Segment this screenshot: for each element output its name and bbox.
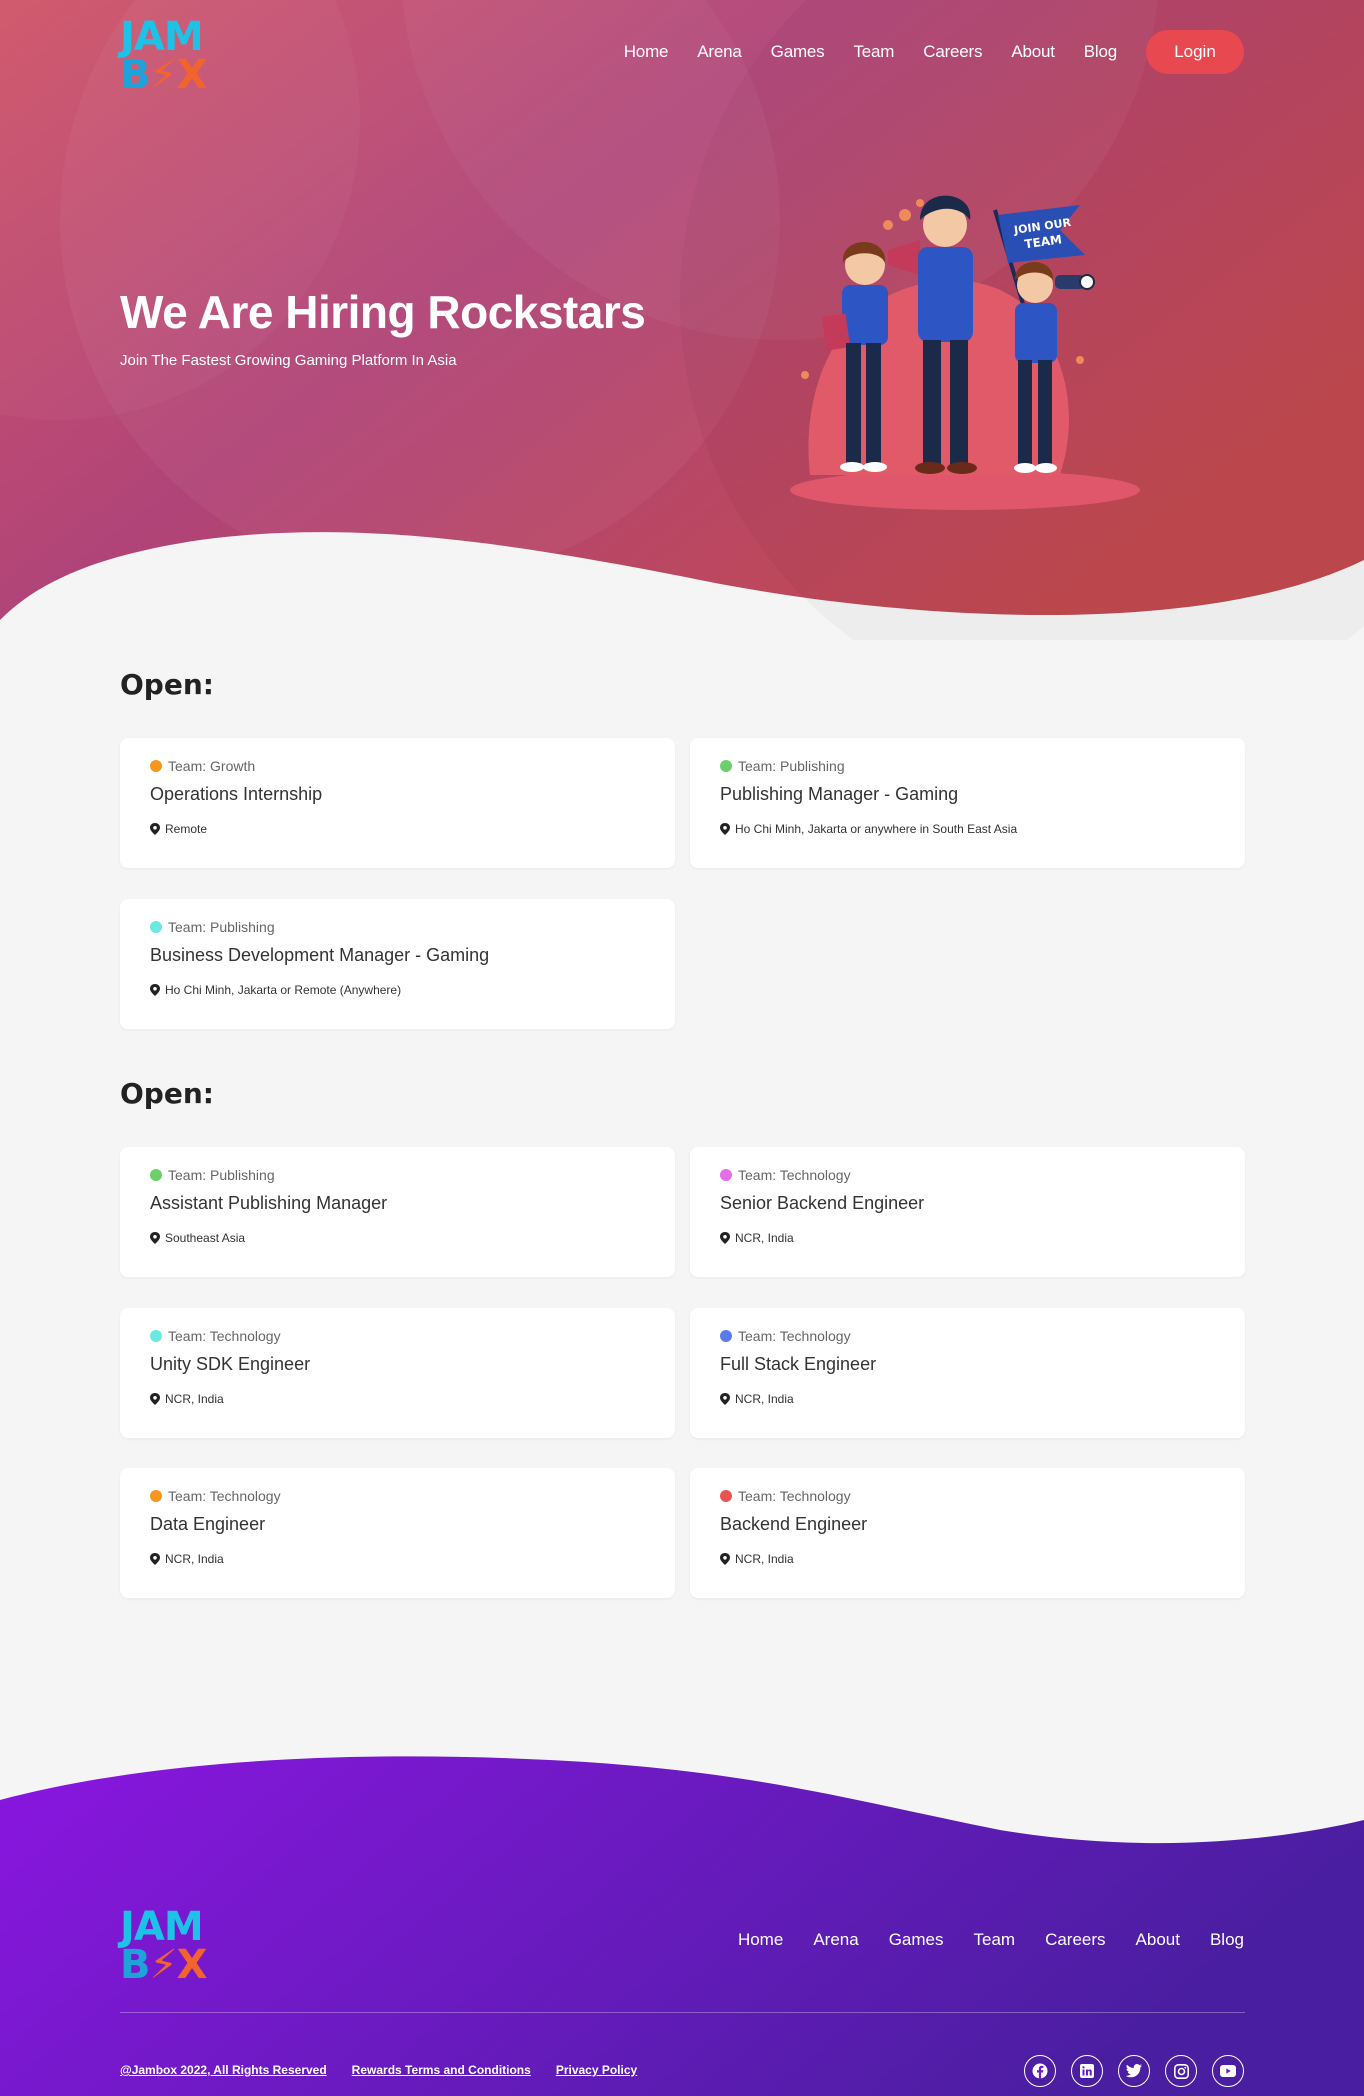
footer-nav-arena[interactable]: Arena	[813, 1930, 858, 1950]
job-card[interactable]: Team: Technology Data Engineer NCR, Indi…	[120, 1468, 675, 1598]
footer-nav-games[interactable]: Games	[889, 1930, 944, 1950]
instagram-icon[interactable]	[1165, 2055, 1197, 2087]
job-card[interactable]: Team: Technology Full Stack Engineer NCR…	[690, 1308, 1245, 1438]
footer-nav-careers[interactable]: Careers	[1045, 1930, 1105, 1950]
location-pin-icon	[720, 1232, 730, 1244]
job-card[interactable]: Team: Publishing Assistant Publishing Ma…	[120, 1147, 675, 1277]
location-pin-icon	[720, 823, 730, 835]
login-button[interactable]: Login	[1146, 30, 1244, 74]
location-pin-icon	[720, 1553, 730, 1565]
main-nav: Home Arena Games Team Careers About Blog…	[595, 30, 1244, 74]
footer-nav-blog[interactable]: Blog	[1210, 1930, 1244, 1950]
footer-links: @Jambox 2022, All Rights Reserved Reward…	[120, 2063, 662, 2077]
join-team-illustration: JOIN OUR TEAM	[790, 195, 1140, 510]
team-dot	[720, 760, 732, 772]
job-title: Operations Internship	[150, 784, 323, 804]
nav-team[interactable]: Team	[853, 42, 894, 62]
facebook-icon[interactable]	[1024, 2055, 1056, 2087]
job-team: Team: Growth	[168, 758, 256, 774]
job-card[interactable]: Team: Publishing Publishing Manager - Ga…	[690, 738, 1245, 868]
job-location: Ho Chi Minh, Jakarta or Remote (Anywhere…	[165, 983, 402, 997]
copyright-link[interactable]: @Jambox 2022, All Rights Reserved	[120, 2063, 327, 2077]
job-team: Team: Technology	[738, 1488, 851, 1504]
job-team: Team: Technology	[168, 1328, 281, 1344]
job-title: Backend Engineer	[720, 1514, 868, 1534]
section-title-open-1: Open:	[120, 668, 214, 701]
location-pin-icon	[150, 1553, 160, 1565]
team-dot	[720, 1169, 732, 1181]
jambox-logo[interactable]: JAM B⚡X	[120, 17, 222, 96]
footer-nav-team[interactable]: Team	[973, 1930, 1015, 1950]
job-team: Team: Publishing	[168, 919, 275, 935]
nav-arena[interactable]: Arena	[697, 42, 742, 62]
job-team: Team: Publishing	[738, 758, 845, 774]
hero-title: We Are Hiring Rockstars	[120, 286, 646, 338]
team-dot	[150, 1490, 162, 1502]
job-title: Senior Backend Engineer	[720, 1193, 925, 1213]
job-card[interactable]: Team: Publishing Business Development Ma…	[120, 899, 675, 1029]
job-title: Data Engineer	[150, 1514, 266, 1534]
job-team: Team: Technology	[168, 1488, 281, 1504]
nav-blog[interactable]: Blog	[1084, 42, 1117, 62]
youtube-icon[interactable]	[1212, 2055, 1244, 2087]
location-pin-icon	[150, 984, 160, 996]
privacy-policy-link[interactable]: Privacy Policy	[556, 2063, 637, 2077]
team-dot	[720, 1330, 732, 1342]
job-card[interactable]: Team: Technology Unity SDK Engineer NCR,…	[120, 1308, 675, 1438]
location-pin-icon	[150, 1232, 160, 1244]
team-dot	[150, 1330, 162, 1342]
rewards-terms-link[interactable]: Rewards Terms and Conditions	[352, 2063, 531, 2077]
team-dot	[150, 1169, 162, 1181]
social-links	[1009, 2055, 1244, 2087]
job-location: Southeast Asia	[165, 1231, 246, 1245]
job-team: Team: Publishing	[168, 1167, 275, 1183]
nav-careers[interactable]: Careers	[923, 42, 982, 62]
job-location: Remote	[165, 822, 208, 836]
team-dot	[150, 921, 162, 933]
location-pin-icon	[150, 823, 160, 835]
twitter-icon[interactable]	[1118, 2055, 1150, 2087]
job-title: Assistant Publishing Manager	[150, 1193, 388, 1213]
hero-subtitle: Join The Fastest Growing Gaming Platform…	[120, 352, 457, 369]
team-dot	[150, 760, 162, 772]
job-title: Full Stack Engineer	[720, 1354, 877, 1374]
job-team: Team: Technology	[738, 1167, 851, 1183]
footer-nav: Home Arena Games Team Careers About Blog	[708, 1930, 1244, 1950]
job-card[interactable]: Team: Growth Operations Internship Remot…	[120, 738, 675, 868]
job-title: Publishing Manager - Gaming	[720, 784, 959, 804]
job-team: Team: Technology	[738, 1328, 851, 1344]
job-location: NCR, India	[735, 1231, 794, 1245]
nav-about[interactable]: About	[1011, 42, 1055, 62]
job-location: NCR, India	[735, 1552, 794, 1566]
footer-nav-about[interactable]: About	[1136, 1930, 1180, 1950]
footer-nav-home[interactable]: Home	[738, 1930, 783, 1950]
job-location: NCR, India	[165, 1392, 224, 1406]
job-location: NCR, India	[735, 1392, 794, 1406]
job-title: Business Development Manager - Gaming	[150, 945, 490, 965]
job-title: Unity SDK Engineer	[150, 1354, 311, 1374]
location-pin-icon	[150, 1393, 160, 1405]
section-title-open-2: Open:	[120, 1077, 214, 1110]
footer-divider	[120, 2012, 1245, 2013]
hero-section: JAM B⚡X Home Arena Games Team Careers Ab…	[0, 0, 1364, 640]
job-location: NCR, India	[165, 1552, 224, 1566]
job-location: Ho Chi Minh, Jakarta or anywhere in Sout…	[735, 822, 1018, 836]
team-dot	[720, 1490, 732, 1502]
nav-games[interactable]: Games	[771, 42, 825, 62]
footer-jambox-logo[interactable]: JAM B⚡X	[120, 1907, 222, 1986]
job-card[interactable]: Team: Technology Backend Engineer NCR, I…	[690, 1468, 1245, 1598]
linkedin-icon[interactable]	[1071, 2055, 1103, 2087]
nav-home[interactable]: Home	[624, 42, 669, 62]
job-card[interactable]: Team: Technology Senior Backend Engineer…	[690, 1147, 1245, 1277]
location-pin-icon	[720, 1393, 730, 1405]
